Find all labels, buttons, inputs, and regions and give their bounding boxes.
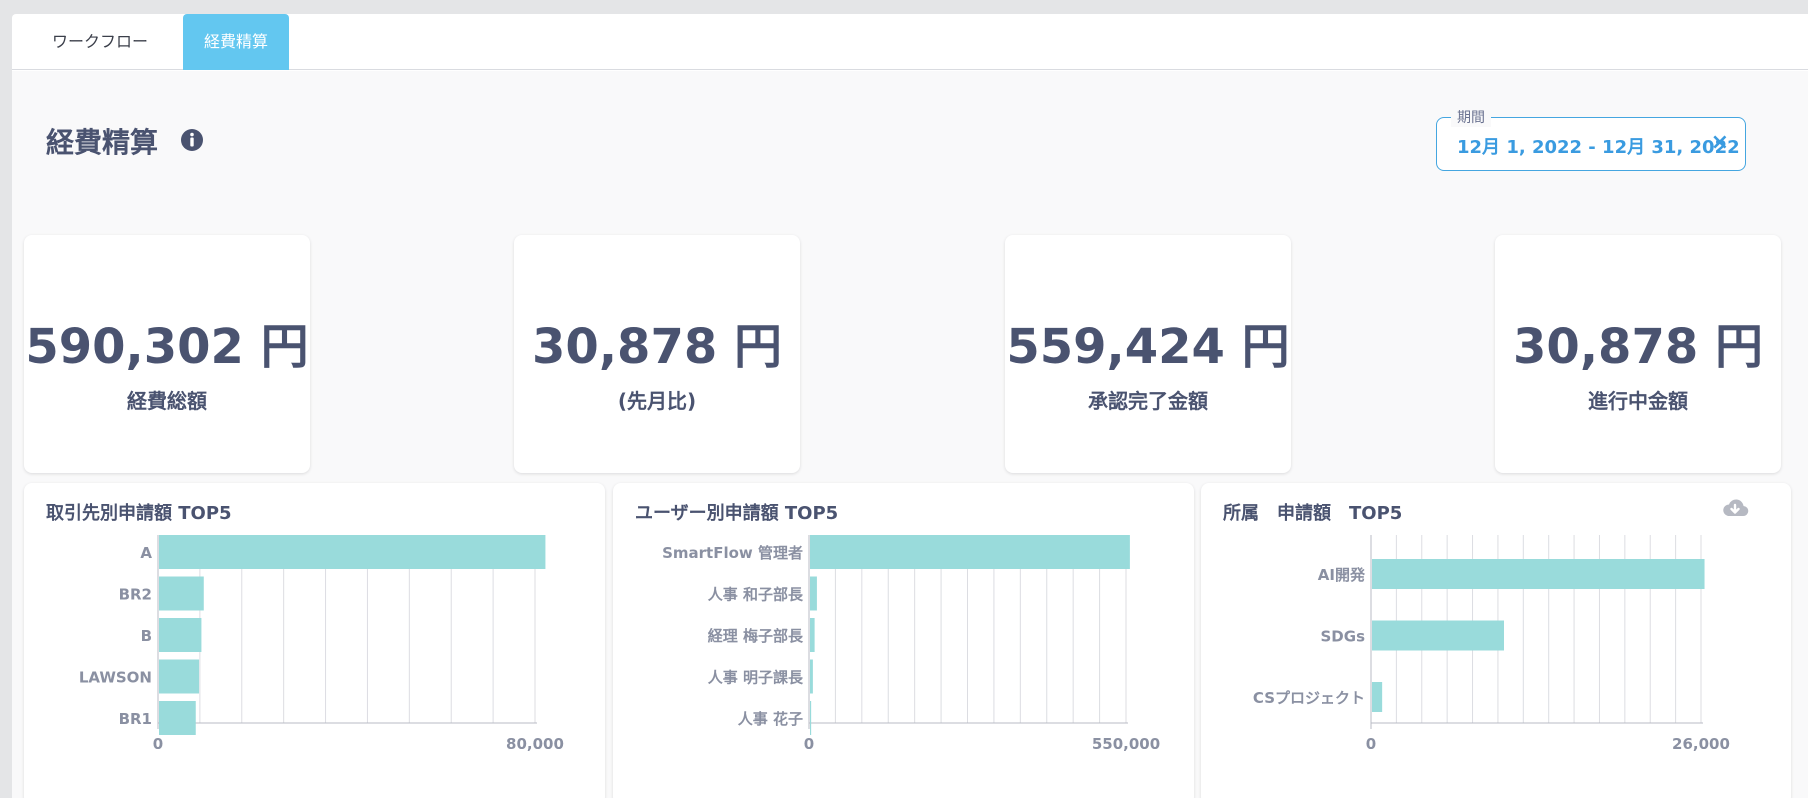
app-frame: ワークフロー 経費精算 経費精算 期間 12月 1, 2022 - 12月 31…	[12, 14, 1808, 798]
department-bar-chart: AI開発 SDGs CSプロジェクト 0 26,000	[1253, 535, 1730, 753]
bar	[810, 701, 812, 735]
chart-panel-department: 所属 申請額 TOP5 AI開発 SDGs CSプロジェクト 0 26,000	[1201, 483, 1791, 798]
category-label: 人事 花子	[738, 710, 803, 728]
kpi-value: 590,302 円	[25, 319, 309, 375]
x-tick-label: 0	[804, 735, 814, 753]
x-tick-label: 26,000	[1672, 735, 1730, 753]
bar	[159, 618, 202, 652]
bar	[810, 576, 817, 611]
user-bar-chart: SmartFlow 管理者人事 和子部長経理 梅子部長人事 明子課長人事 花子0…	[662, 535, 1160, 753]
x-tick-label: 0	[1366, 735, 1376, 753]
kpi-label: (先月比)	[617, 389, 697, 413]
category-label: BR2	[119, 586, 152, 604]
tab-workflow[interactable]: ワークフロー	[36, 14, 164, 70]
category-label: LAWSON	[79, 669, 152, 687]
x-tick-label: 80,000	[506, 735, 564, 753]
category-label: A	[140, 544, 152, 562]
category-label: B	[141, 627, 152, 645]
category-label: SDGs	[1321, 628, 1366, 646]
category-label: CSプロジェクト	[1253, 689, 1365, 707]
bar	[810, 618, 815, 652]
bar	[159, 659, 200, 694]
x-tick-label: 550,000	[1092, 735, 1160, 753]
category-label: BR1	[119, 710, 152, 728]
bar	[159, 535, 546, 569]
tab-bar: ワークフロー 経費精算	[12, 14, 1808, 70]
kpi-card-month-diff: 30,878 円 (先月比)	[514, 235, 800, 473]
expense-dashboard: 経費精算 期間 12月 1, 2022 - 12月 31, 2022 × 590…	[12, 71, 1808, 798]
chart-panel-vendor: 取引先別申請額 TOP5 A BR2 B LAWSON BR1 0 80,000	[24, 483, 605, 798]
x-tick-label: 0	[153, 735, 163, 753]
page-title: 経費精算	[46, 126, 159, 159]
bar	[1372, 620, 1504, 651]
close-icon[interactable]: ×	[1711, 130, 1729, 155]
period-filter[interactable]: 期間 12月 1, 2022 - 12月 31, 2022 ×	[1436, 107, 1746, 171]
kpi-card-in-progress: 30,878 円 進行中金額	[1495, 235, 1781, 473]
bar	[1372, 682, 1383, 712]
chart-panel-user: ユーザー別申請額 TOP5 SmartFlow 管理者 人事 和子部長 経理 梅子部…	[613, 483, 1194, 798]
period-label: 期間	[1451, 107, 1491, 127]
category-label: 人事 和子部長	[708, 586, 804, 604]
kpi-card-total: 590,302 円 経費総額	[24, 235, 310, 473]
bar	[1372, 559, 1705, 589]
category-label: 人事 明子課長	[708, 669, 804, 687]
category-label: AI開発	[1318, 566, 1366, 584]
kpi-label: 進行中金額	[1588, 389, 1688, 413]
kpi-value: 559,424 円	[1006, 319, 1290, 375]
kpi-value: 30,878 円	[532, 319, 782, 375]
kpi-card-approved: 559,424 円 承認完了金額	[1005, 235, 1291, 473]
kpi-label: 承認完了金額	[1088, 389, 1208, 413]
bar	[159, 701, 196, 735]
category-label: SmartFlow 管理者	[662, 544, 803, 562]
tab-expense[interactable]: 経費精算	[183, 14, 289, 70]
info-icon[interactable]	[180, 128, 204, 152]
kpi-value: 30,878 円	[1513, 319, 1763, 375]
bar	[810, 659, 813, 694]
vendor-bar-chart: A BR2 B LAWSON BR10 80,000	[79, 535, 564, 753]
bar	[159, 576, 204, 611]
kpi-label: 経費総額	[127, 389, 207, 413]
bar	[810, 535, 1130, 569]
period-value[interactable]: 12月 1, 2022 - 12月 31, 2022	[1457, 133, 1740, 159]
category-label: 経理 梅子部長	[708, 627, 804, 645]
